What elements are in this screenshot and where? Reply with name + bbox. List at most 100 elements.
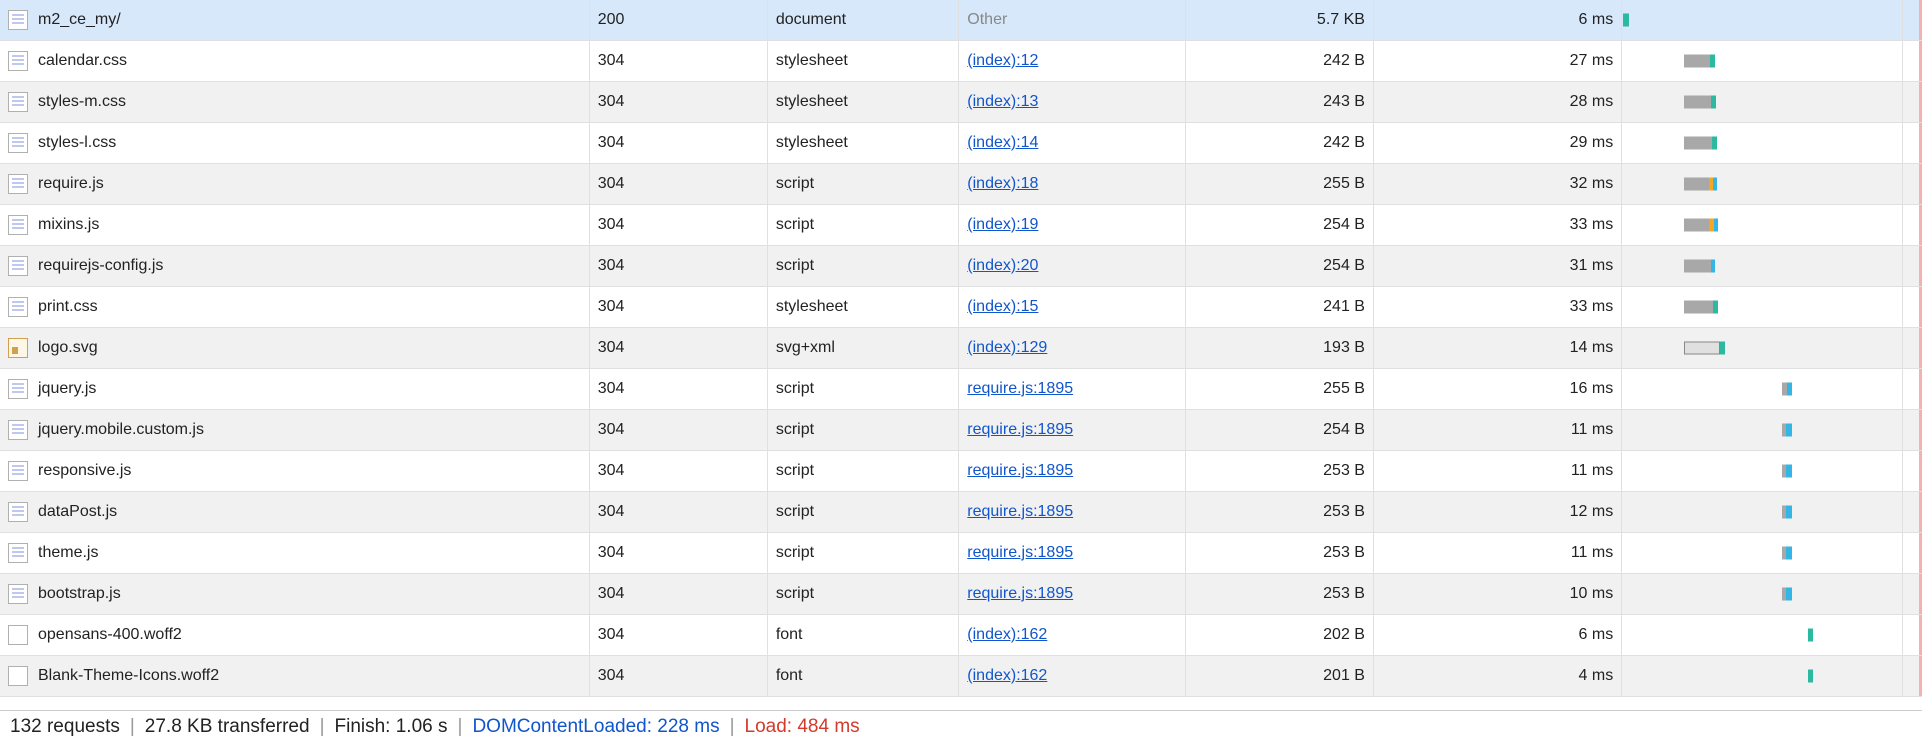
initiator-cell[interactable]: (index):18 <box>959 164 1186 204</box>
name-cell[interactable]: Blank-Theme-Icons.woff2 <box>0 656 590 696</box>
initiator-link[interactable]: require.js:1895 <box>967 585 1073 603</box>
file-icon <box>8 174 28 194</box>
end-cell <box>1903 533 1922 573</box>
type-cell: svg+xml <box>768 328 959 368</box>
initiator-cell[interactable]: require.js:1895 <box>959 369 1186 409</box>
name-cell[interactable]: jquery.mobile.custom.js <box>0 410 590 450</box>
initiator-link[interactable]: require.js:1895 <box>967 544 1073 562</box>
initiator-cell[interactable]: (index):162 <box>959 656 1186 696</box>
initiator-link[interactable]: (index):15 <box>967 298 1038 316</box>
network-row[interactable]: Blank-Theme-Icons.woff2304font(index):16… <box>0 656 1922 697</box>
status-load: Load: 484 ms <box>745 716 860 738</box>
name-cell[interactable]: print.css <box>0 287 590 327</box>
name-cell[interactable]: require.js <box>0 164 590 204</box>
initiator-link[interactable]: require.js:1895 <box>967 462 1073 480</box>
status-domcontentloaded: DOMContentLoaded: 228 ms <box>472 716 719 738</box>
network-row[interactable]: mixins.js304script(index):19254 B33 ms <box>0 205 1922 246</box>
name-cell[interactable]: logo.svg <box>0 328 590 368</box>
initiator-link[interactable]: (index):162 <box>967 626 1047 644</box>
file-icon <box>8 92 28 112</box>
initiator-cell[interactable]: require.js:1895 <box>959 574 1186 614</box>
type-cell: stylesheet <box>768 123 959 163</box>
status-separator: | <box>458 716 463 738</box>
initiator-link[interactable]: (index):18 <box>967 175 1038 193</box>
name-cell[interactable]: jquery.js <box>0 369 590 409</box>
name-cell[interactable]: mixins.js <box>0 205 590 245</box>
network-row[interactable]: styles-l.css304stylesheet(index):14242 B… <box>0 123 1922 164</box>
waterfall-cell <box>1622 82 1903 122</box>
initiator-cell[interactable]: (index):12 <box>959 41 1186 81</box>
initiator-cell[interactable]: require.js:1895 <box>959 410 1186 450</box>
network-row[interactable]: print.css304stylesheet(index):15241 B33 … <box>0 287 1922 328</box>
name-cell[interactable]: requirejs-config.js <box>0 246 590 286</box>
type-cell: stylesheet <box>768 82 959 122</box>
initiator-link[interactable]: (index):12 <box>967 52 1038 70</box>
waterfall-cell <box>1622 164 1903 204</box>
initiator-cell[interactable]: require.js:1895 <box>959 492 1186 532</box>
end-cell <box>1903 164 1922 204</box>
waterfall-cell <box>1622 328 1903 368</box>
name-cell[interactable]: m2_ce_my/ <box>0 0 590 40</box>
initiator-link[interactable]: (index):162 <box>967 667 1047 685</box>
initiator-link[interactable]: (index):14 <box>967 134 1038 152</box>
end-cell <box>1903 574 1922 614</box>
network-row[interactable]: theme.js304scriptrequire.js:1895253 B11 … <box>0 533 1922 574</box>
initiator-link[interactable]: require.js:1895 <box>967 421 1073 439</box>
type-cell: stylesheet <box>768 287 959 327</box>
initiator-cell[interactable]: require.js:1895 <box>959 451 1186 491</box>
network-row[interactable]: m2_ce_my/200documentOther5.7 KB6 ms <box>0 0 1922 41</box>
initiator-cell[interactable]: (index):19 <box>959 205 1186 245</box>
network-row[interactable]: responsive.js304scriptrequire.js:1895253… <box>0 451 1922 492</box>
waterfall-cell <box>1622 451 1903 491</box>
size-cell: 193 B <box>1186 328 1374 368</box>
name-cell[interactable]: dataPost.js <box>0 492 590 532</box>
network-row[interactable]: jquery.mobile.custom.js304scriptrequire.… <box>0 410 1922 451</box>
size-cell: 253 B <box>1186 533 1374 573</box>
name-cell[interactable]: responsive.js <box>0 451 590 491</box>
initiator-link[interactable]: (index):129 <box>967 339 1047 357</box>
status-cell: 304 <box>590 451 768 491</box>
initiator-link[interactable]: (index):20 <box>967 257 1038 275</box>
time-cell: 33 ms <box>1374 205 1622 245</box>
network-row[interactable]: require.js304script(index):18255 B32 ms <box>0 164 1922 205</box>
time-cell: 6 ms <box>1374 0 1622 40</box>
end-cell <box>1903 82 1922 122</box>
initiator-cell[interactable]: (index):162 <box>959 615 1186 655</box>
name-cell[interactable]: styles-m.css <box>0 82 590 122</box>
resource-name: jquery.mobile.custom.js <box>38 421 204 439</box>
waterfall-cell <box>1622 492 1903 532</box>
name-cell[interactable]: theme.js <box>0 533 590 573</box>
initiator-cell[interactable]: (index):15 <box>959 287 1186 327</box>
name-cell[interactable]: bootstrap.js <box>0 574 590 614</box>
network-row[interactable]: bootstrap.js304scriptrequire.js:1895253 … <box>0 574 1922 615</box>
network-row[interactable]: dataPost.js304scriptrequire.js:1895253 B… <box>0 492 1922 533</box>
network-row[interactable]: opensans-400.woff2304font(index):162202 … <box>0 615 1922 656</box>
size-cell: 253 B <box>1186 451 1374 491</box>
initiator-link[interactable]: (index):13 <box>967 93 1038 111</box>
initiator-cell[interactable]: (index):20 <box>959 246 1186 286</box>
network-row[interactable]: requirejs-config.js304script(index):2025… <box>0 246 1922 287</box>
waterfall-cell <box>1622 615 1903 655</box>
resource-name: require.js <box>38 175 104 193</box>
initiator-cell[interactable]: (index):129 <box>959 328 1186 368</box>
initiator-cell[interactable]: require.js:1895 <box>959 533 1186 573</box>
initiator-link[interactable]: require.js:1895 <box>967 380 1073 398</box>
network-row[interactable]: calendar.css304stylesheet(index):12242 B… <box>0 41 1922 82</box>
end-cell <box>1903 615 1922 655</box>
initiator-link[interactable]: (index):19 <box>967 216 1038 234</box>
time-cell: 11 ms <box>1374 451 1622 491</box>
name-cell[interactable]: styles-l.css <box>0 123 590 163</box>
initiator-cell[interactable]: (index):13 <box>959 82 1186 122</box>
network-row[interactable]: logo.svg304svg+xml(index):129193 B14 ms <box>0 328 1922 369</box>
initiator-cell[interactable]: (index):14 <box>959 123 1186 163</box>
size-cell: 253 B <box>1186 574 1374 614</box>
network-row[interactable]: jquery.js304scriptrequire.js:1895255 B16… <box>0 369 1922 410</box>
end-cell <box>1903 369 1922 409</box>
name-cell[interactable]: calendar.css <box>0 41 590 81</box>
size-cell: 254 B <box>1186 246 1374 286</box>
resource-name: m2_ce_my/ <box>38 11 121 29</box>
name-cell[interactable]: opensans-400.woff2 <box>0 615 590 655</box>
network-row[interactable]: styles-m.css304stylesheet(index):13243 B… <box>0 82 1922 123</box>
initiator-link[interactable]: require.js:1895 <box>967 503 1073 521</box>
resource-name: styles-l.css <box>38 134 116 152</box>
